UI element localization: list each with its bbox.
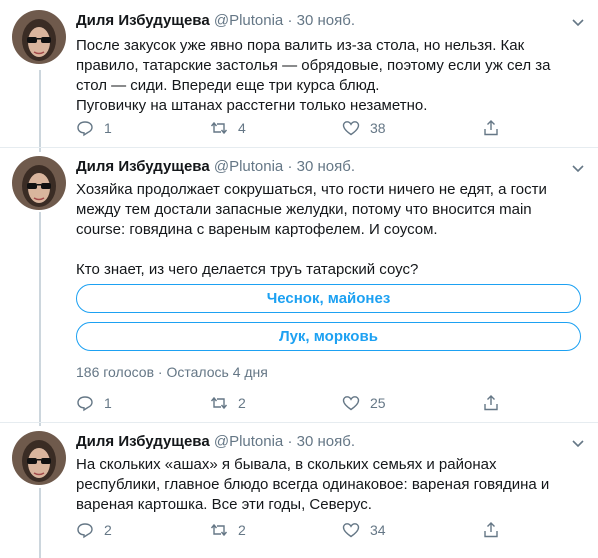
retweet-count: 2 (238, 395, 246, 411)
separator-dot: · (287, 12, 293, 29)
like-icon (342, 523, 360, 538)
like-count: 34 (370, 522, 386, 538)
tweet-text: На скольких «ашах» я бывала, в скольких … (76, 455, 586, 515)
retweet-count: 4 (238, 120, 246, 136)
reply-button[interactable]: 1 (76, 393, 112, 413)
author-handle[interactable]: @Plutonia (214, 158, 283, 175)
share-button[interactable] (482, 118, 510, 138)
like-button[interactable]: 38 (342, 118, 386, 138)
author-name[interactable]: Диля Избудущева (76, 158, 210, 175)
tweet-text: После закусок уже явно пора валить из-за… (76, 36, 586, 116)
tweet-text-line: На скольких «ашах» я бывала, в скольких … (76, 456, 497, 473)
chevron-down-icon[interactable] (570, 160, 586, 176)
poll-option[interactable]: Лук, морковь (76, 322, 581, 351)
like-button[interactable]: 25 (342, 393, 386, 413)
like-icon (342, 396, 360, 411)
reply-icon (77, 396, 93, 412)
chevron-down-icon[interactable] (570, 435, 586, 451)
author-name[interactable]: Диля Избудущева (76, 12, 210, 29)
retweet-button[interactable]: 2 (210, 393, 246, 413)
reply-button[interactable]: 1 (76, 118, 112, 138)
tweet-header: Диля Избудущева @Plutonia · 30 нояб. (76, 12, 586, 32)
retweet-button[interactable]: 4 (210, 118, 246, 138)
reply-count: 2 (104, 522, 112, 538)
tweet-date[interactable]: 30 нояб. (297, 433, 355, 450)
author-name[interactable]: Диля Избудущева (76, 433, 210, 450)
tweet-text-line: между тем достали запасные желудки, пото… (76, 201, 532, 218)
share-button[interactable] (482, 393, 510, 413)
like-button[interactable]: 34 (342, 520, 386, 540)
tweet-actions: 1 4 38 (76, 118, 546, 138)
like-count: 25 (370, 395, 386, 411)
retweet-count: 2 (238, 522, 246, 538)
poll-votes: 186 голосов (76, 364, 155, 380)
like-icon (342, 121, 360, 136)
poll-remaining: Осталось 4 дня (166, 364, 268, 380)
tweet-actions: 1 2 25 (76, 393, 546, 413)
poll-meta: 186 голосов · Осталось 4 дня (76, 364, 268, 380)
share-button[interactable] (482, 520, 510, 540)
tweet-text-line: вареная картошка. Все эти годы, Северус. (76, 496, 372, 513)
author-handle[interactable]: @Plutonia (214, 12, 283, 29)
tweet-text-line: стол — сиди. Впереди еще три курса блюд. (76, 77, 380, 94)
like-count: 38 (370, 120, 386, 136)
reply-count: 1 (104, 120, 112, 136)
chevron-down-icon[interactable] (570, 14, 586, 30)
tweet-text-line: Хозяйка продолжает сокрушаться, что гост… (76, 181, 547, 198)
separator-dot: · (287, 158, 293, 175)
tweet-date[interactable]: 30 нояб. (297, 158, 355, 175)
retweet-icon (210, 121, 228, 135)
poll-option[interactable]: Чеснок, майонез (76, 284, 581, 313)
share-icon (484, 120, 498, 136)
tweet-text-line: Кто знает, из чего делается труъ татарск… (76, 261, 419, 278)
tweet[interactable]: Диля Избудущева @Plutonia · 30 нояб. Пос… (0, 0, 598, 147)
tweet[interactable]: Диля Избудущева @Plutonia · 30 нояб. Хоз… (0, 148, 598, 422)
retweet-icon (210, 396, 228, 410)
tweet-text-line: правило, татарские застолья — обрядовые,… (76, 57, 551, 74)
share-icon (484, 395, 498, 411)
reply-count: 1 (104, 395, 112, 411)
tweet-header: Диля Избудущева @Plutonia · 30 нояб. (76, 433, 586, 453)
reply-icon (77, 523, 93, 539)
avatar[interactable] (12, 156, 66, 210)
reply-icon (77, 121, 93, 137)
avatar[interactable] (12, 431, 66, 485)
tweet-text: Хозяйка продолжает сокрушаться, что гост… (76, 180, 586, 280)
retweet-button[interactable]: 2 (210, 520, 246, 540)
tweet-text-line: республики, главное блюдо всегда одинако… (76, 476, 550, 493)
share-icon (484, 522, 498, 538)
poll-separator: · (157, 364, 163, 380)
reply-button[interactable]: 2 (76, 520, 112, 540)
tweet-header: Диля Избудущева @Plutonia · 30 нояб. (76, 158, 586, 178)
tweet-date[interactable]: 30 нояб. (297, 12, 355, 29)
retweet-icon (210, 523, 228, 537)
tweet[interactable]: Диля Избудущева @Plutonia · 30 нояб. На … (0, 423, 598, 558)
avatar[interactable] (12, 10, 66, 64)
tweet-text-line: Пуговичку на штанах расстегни только нез… (76, 97, 428, 114)
tweet-text-line: course: говядина с вареным картофелем. И… (76, 221, 438, 238)
tweet-text-line: После закусок уже явно пора валить из-за… (76, 37, 525, 54)
author-handle[interactable]: @Plutonia (214, 433, 283, 450)
separator-dot: · (287, 433, 293, 450)
tweet-actions: 2 2 34 (76, 520, 546, 540)
